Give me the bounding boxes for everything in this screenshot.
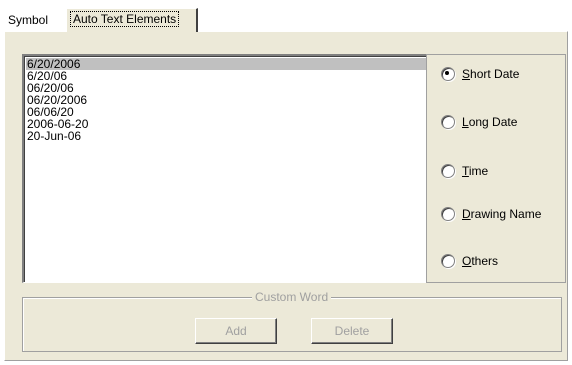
radio-button[interactable] (441, 115, 455, 129)
list-item[interactable]: 6/20/2006 (26, 58, 427, 70)
list-item[interactable]: 20-Jun-06 (26, 130, 429, 142)
radio-long-date[interactable]: Long Date (441, 114, 517, 130)
custom-word-group (22, 297, 562, 352)
radio-button[interactable] (441, 164, 455, 178)
list-item[interactable]: 6/20/06 (26, 70, 429, 82)
radio-button[interactable] (441, 207, 455, 221)
radio-label: Time (462, 164, 489, 178)
radio-time[interactable]: Time (441, 163, 488, 179)
custom-word-title: Custom Word (252, 291, 332, 303)
tab-symbol[interactable]: Symbol (4, 10, 64, 32)
radio-label: Others (462, 254, 499, 268)
tab-auto-text-elements-label: Auto Text Elements (69, 11, 180, 27)
list-item[interactable]: 2006-06-20 (26, 118, 429, 130)
add-button[interactable]: Add (195, 318, 277, 344)
radio-label: Long Date (462, 115, 518, 129)
radio-short-date[interactable]: Short Date (441, 66, 519, 82)
format-listbox[interactable]: 6/20/2006 6/20/06 06/20/06 06/20/2006 06… (22, 54, 430, 283)
tab-symbol-label: Symbol (8, 13, 49, 27)
tab-auto-text-elements[interactable]: Auto Text Elements (66, 8, 198, 32)
list-item[interactable]: 06/20/2006 (26, 94, 429, 106)
radio-label: Short Date (462, 67, 520, 81)
radio-label: Drawing Name (462, 207, 542, 221)
delete-button[interactable]: Delete (311, 318, 393, 344)
radio-drawing-name[interactable]: Drawing Name (441, 206, 541, 222)
radio-button[interactable] (441, 67, 455, 81)
radio-others[interactable]: Others (441, 253, 498, 269)
radio-button[interactable] (441, 254, 455, 268)
